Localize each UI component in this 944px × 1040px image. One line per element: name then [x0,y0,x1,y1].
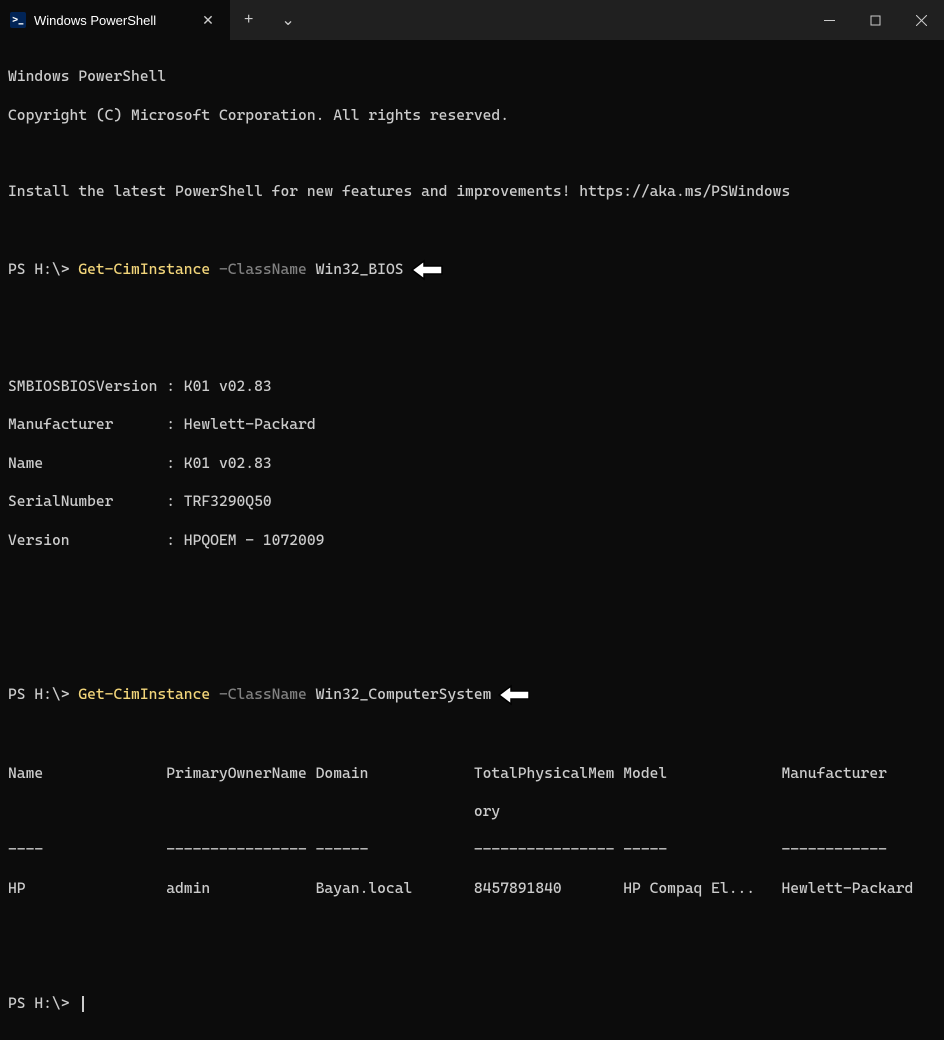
arg: Win32_BIOS [307,260,404,278]
output-line: Version : HPQOEM - 1072009 [8,531,936,550]
tab-powershell[interactable]: >_ Windows PowerShell ✕ [0,0,230,40]
tab-title: Windows PowerShell [34,13,190,28]
blank-line [8,917,936,936]
maximize-button[interactable] [852,4,898,36]
blank-line [8,144,936,163]
close-tab-button[interactable]: ✕ [198,10,218,30]
titlebar: >_ Windows PowerShell ✕ + ⌄ [0,0,944,40]
window-controls [806,0,944,40]
param: -ClassName [210,685,307,703]
table-row: HP admin Bayan.local 8457891840 HP Compa… [8,879,936,898]
param: -ClassName [210,260,307,278]
blank-line [8,339,936,358]
command-line-1: PS H:\> Get-CimInstance -ClassName Win32… [8,259,936,281]
command-line-2: PS H:\> Get-CimInstance -ClassName Win32… [8,684,936,706]
table-header: Name PrimaryOwnerName Domain TotalPhysic… [8,764,936,783]
prompt-line: PS H:\> [8,994,936,1013]
new-tab-button[interactable]: + [238,9,259,31]
blank-line [8,955,936,974]
tab-dropdown-button[interactable]: ⌄ [275,8,300,32]
output-line: SMBIOSBIOSVersion : K01 v02.83 [8,377,936,396]
blank-line [8,646,936,665]
install-msg: Install the latest PowerShell for new fe… [8,182,936,201]
blank-line [8,300,936,319]
blank-line [8,221,936,240]
minimize-button[interactable] [806,4,852,36]
prompt: PS H:\> [8,260,78,278]
arrow-left-icon [497,684,531,706]
output-line: SerialNumber : TRF3290Q50 [8,492,936,511]
blank-line [8,569,936,588]
prompt: PS H:\> [8,685,78,703]
terminal-content[interactable]: Windows PowerShell Copyright (C) Microso… [0,40,944,1040]
table-separator: ---- ---------------- ------ -----------… [8,840,936,859]
titlebar-spacer [309,0,806,40]
blank-line [8,725,936,744]
cmdlet: Get-CimInstance [78,260,210,278]
table-header: ory [8,802,936,821]
close-window-button[interactable] [898,4,944,36]
arrow-left-icon [410,259,444,281]
powershell-icon: >_ [10,12,26,28]
cmdlet: Get-CimInstance [78,685,210,703]
header-line: Copyright (C) Microsoft Corporation. All… [8,106,936,125]
cursor [82,996,84,1012]
arg: Win32_ComputerSystem [307,685,492,703]
prompt: PS H:\> [8,994,78,1012]
header-line: Windows PowerShell [8,67,936,86]
tabbar-actions: + ⌄ [230,0,309,40]
blank-line [8,607,936,626]
output-line: Manufacturer : Hewlett-Packard [8,415,936,434]
output-line: Name : K01 v02.83 [8,454,936,473]
